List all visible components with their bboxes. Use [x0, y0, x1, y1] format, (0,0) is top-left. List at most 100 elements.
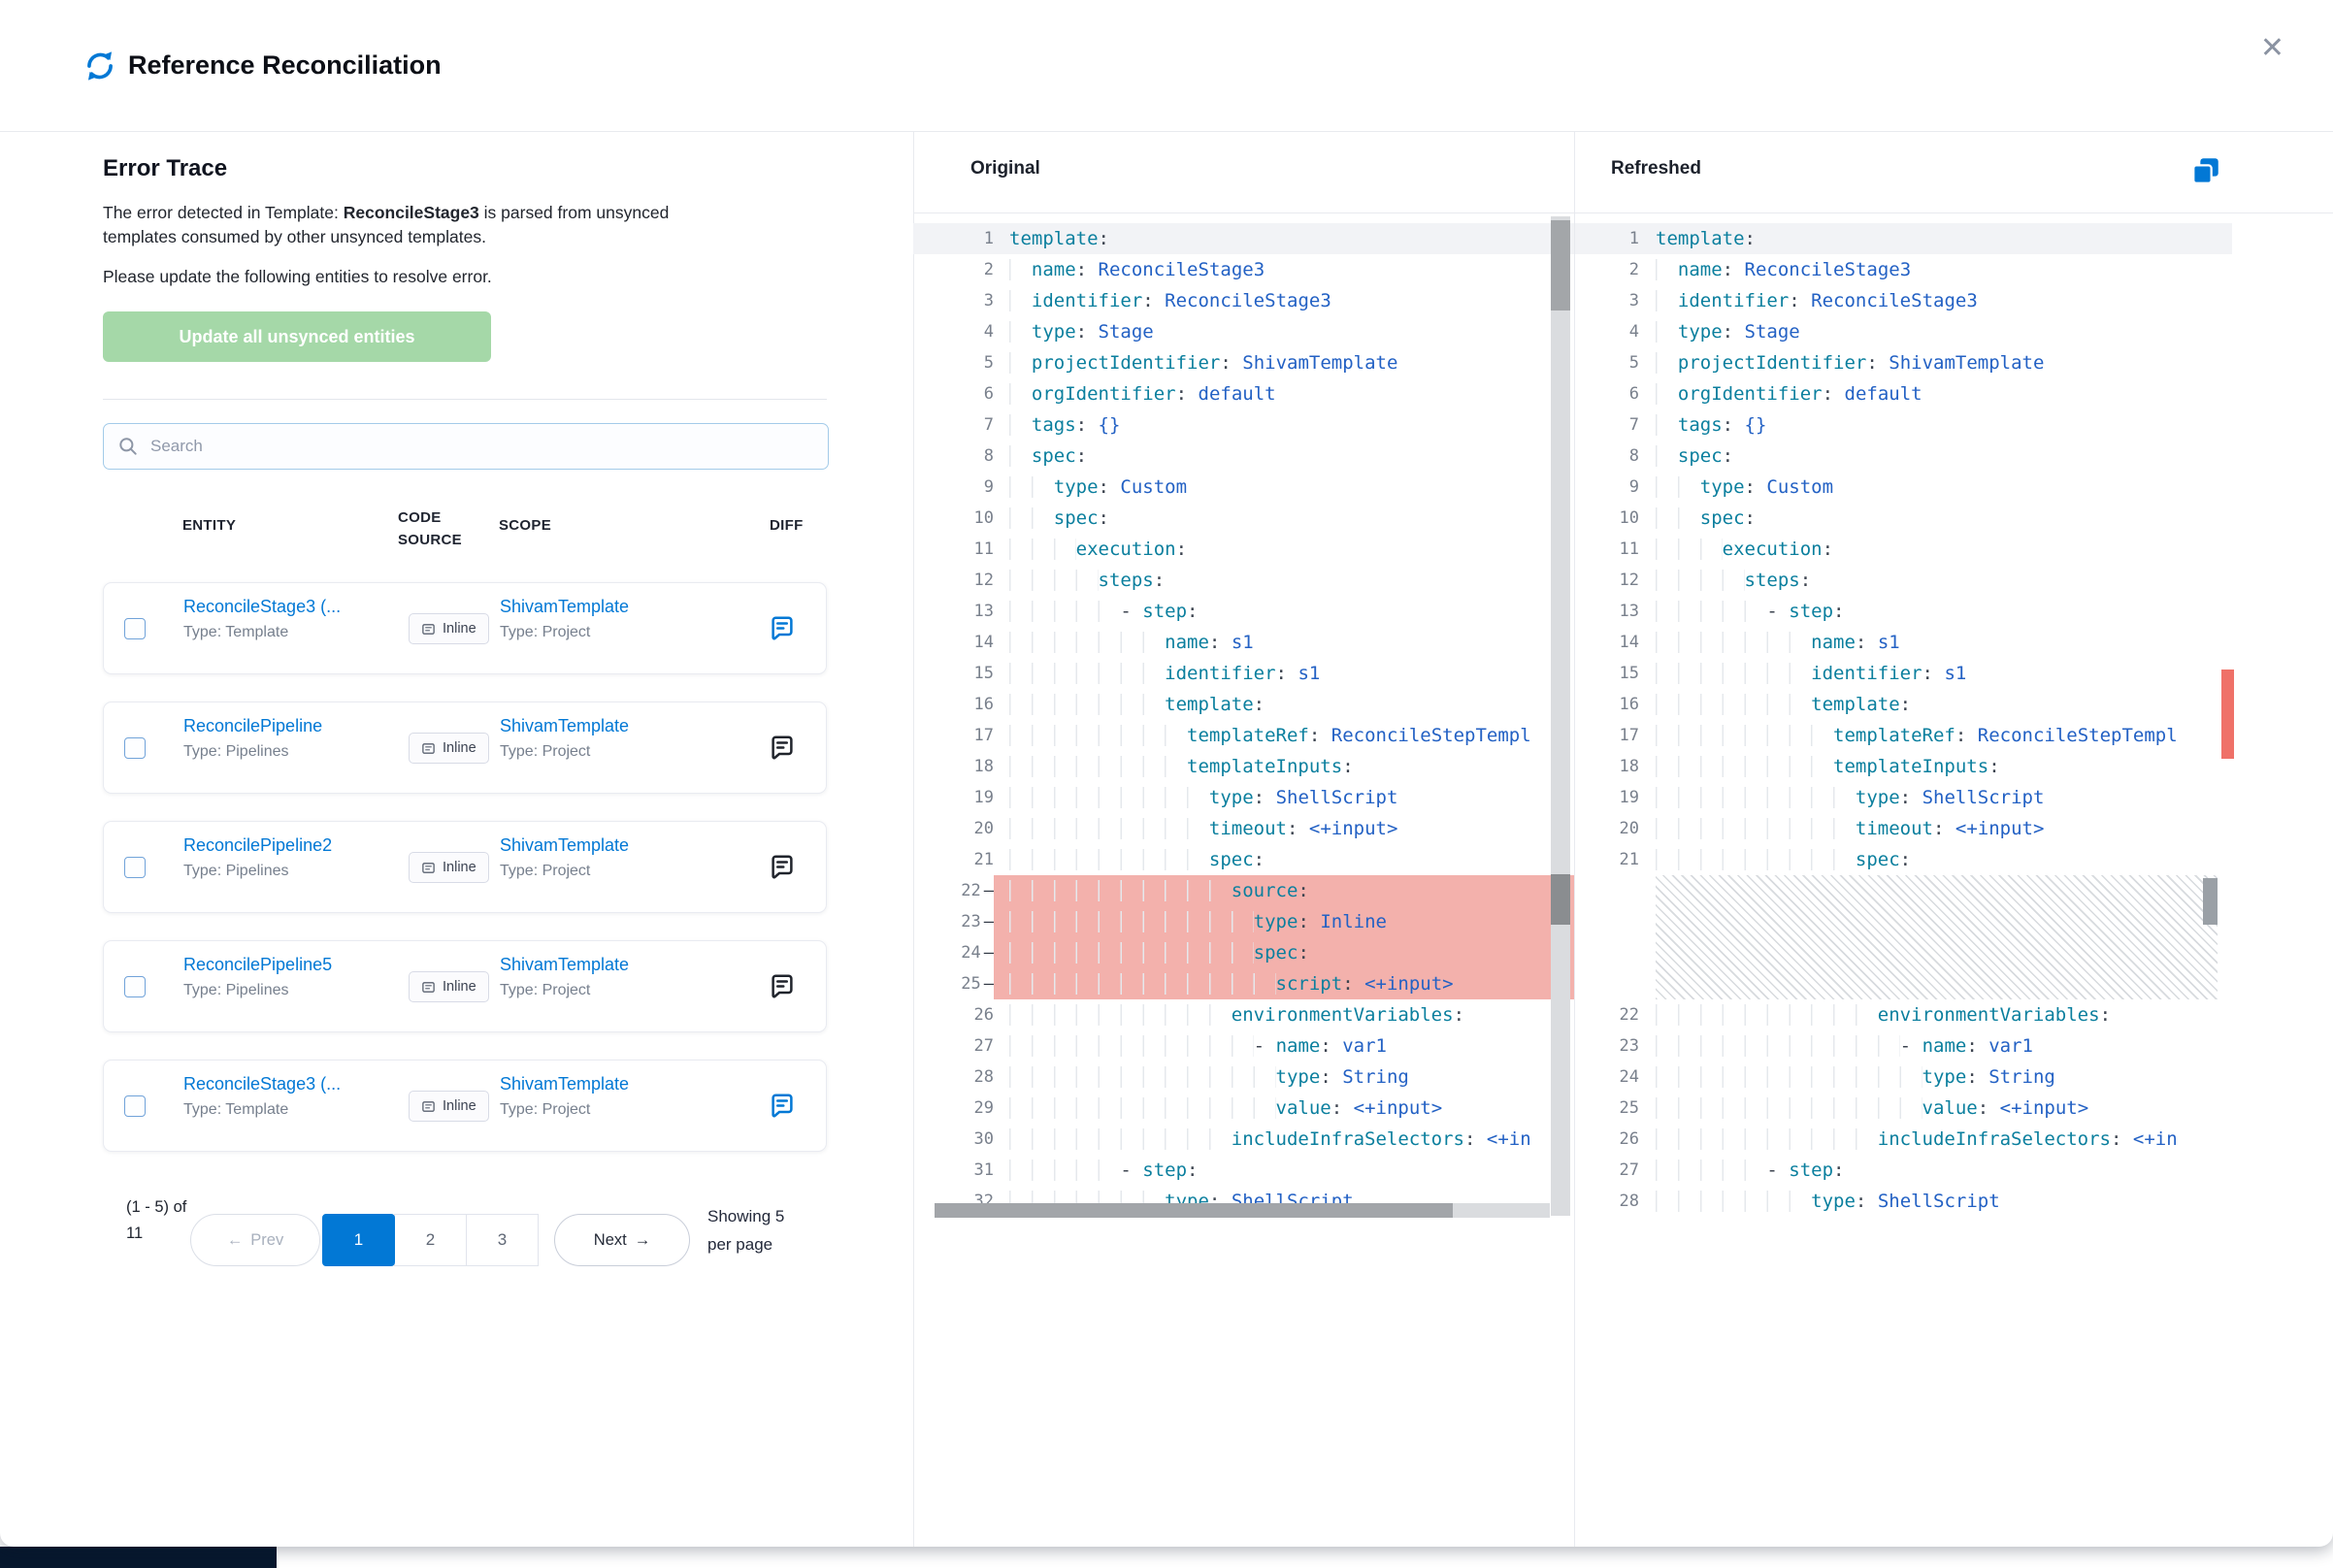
- column-header-entity: ENTITY: [182, 517, 236, 534]
- page-button-1[interactable]: 1: [322, 1214, 395, 1266]
- code-line: 17 templateRef: ReconcileStepTempl: [1575, 720, 2232, 751]
- code-line: 16 template:: [913, 689, 1574, 720]
- entity-link[interactable]: ReconcilePipeline2: [183, 835, 332, 856]
- refreshed-code-pane: 1template:2 name: ReconcileStage33 ident…: [1575, 212, 2232, 1547]
- page-button-3[interactable]: 3: [466, 1214, 539, 1266]
- update-all-unsynced-entities-button[interactable]: Update all unsynced entities: [103, 311, 491, 362]
- original-scrollbar-thumb[interactable]: [1551, 220, 1570, 310]
- code-line: 20 timeout: <+input>: [913, 813, 1574, 844]
- code-line: 26 includeInfraSelectors: <+in: [1575, 1124, 2232, 1155]
- diff-icon[interactable]: [768, 734, 797, 763]
- code-line: 31 - step:: [913, 1155, 1574, 1186]
- error-template-name: ReconcileStage3: [344, 203, 479, 222]
- code-line: 24 type: String: [1575, 1062, 2232, 1093]
- row-checkbox[interactable]: [124, 737, 146, 759]
- code-line: 2 name: ReconcileStage3: [913, 254, 1574, 285]
- code-line: 25 value: <+input>: [1575, 1093, 2232, 1124]
- row-checkbox[interactable]: [124, 1095, 146, 1117]
- scope-link[interactable]: ShivamTemplate: [500, 955, 629, 975]
- scope-link[interactable]: ShivamTemplate: [500, 1074, 629, 1094]
- diff-icon[interactable]: [768, 972, 797, 1001]
- page-button-2[interactable]: 2: [394, 1214, 467, 1266]
- entity-link[interactable]: ReconcileStage3 (...: [183, 1074, 341, 1094]
- code-line: 4 type: Stage: [1575, 316, 2232, 347]
- code-line: 7 tags: {}: [913, 409, 1574, 441]
- scope-cell: ShivamTemplate Type: Project: [500, 716, 629, 761]
- search-box[interactable]: [103, 423, 829, 470]
- inline-badge-icon: [421, 741, 436, 756]
- code-line: 1template:: [913, 223, 1574, 254]
- entity-link[interactable]: ReconcilePipeline: [183, 716, 322, 736]
- error-description-prefix: The error detected in Template:: [103, 203, 344, 222]
- scope-type-label: Type: Project: [500, 624, 629, 641]
- pagination-range-text: (1 - 5) of 11: [126, 1194, 188, 1247]
- scope-link[interactable]: ShivamTemplate: [500, 716, 629, 736]
- code-line: 3 identifier: ReconcileStage3: [913, 285, 1574, 316]
- original-code-pane: 1template:2 name: ReconcileStage33 ident…: [913, 212, 1574, 1547]
- scope-cell: ShivamTemplate Type: Project: [500, 597, 629, 641]
- code-line: 4 type: Stage: [913, 316, 1574, 347]
- code-line: 7 tags: {}: [1575, 409, 2232, 441]
- column-header-code-source: CODE SOURCE: [398, 506, 466, 551]
- scope-link[interactable]: ShivamTemplate: [500, 835, 629, 856]
- prev-page-button[interactable]: ← Prev: [190, 1214, 320, 1266]
- code-source-badge: Inline: [409, 613, 489, 644]
- scope-link[interactable]: ShivamTemplate: [500, 597, 629, 617]
- code-line: 21 spec:: [1575, 844, 2232, 875]
- code-source-label: Inline: [443, 740, 476, 756]
- code-line: 5 projectIdentifier: ShivamTemplate: [1575, 347, 2232, 378]
- row-checkbox[interactable]: [124, 618, 146, 639]
- row-checkbox[interactable]: [124, 857, 146, 878]
- inline-badge-icon: [421, 1099, 436, 1114]
- code-line: 19 type: ShellScript: [913, 782, 1574, 813]
- original-horizontal-scrollbar[interactable]: [935, 1203, 1550, 1218]
- reference-reconciliation-dialog: Reference Reconciliation ✕ Error Trace T…: [0, 0, 2333, 1547]
- table-row: ReconcilePipeline Type: Pipelines Inline…: [103, 702, 827, 794]
- entity-type-label: Type: Pipelines: [183, 743, 322, 761]
- code-line: 28 type: ShellScript: [1575, 1186, 2232, 1217]
- copy-icon[interactable]: [2189, 154, 2222, 187]
- diff-icon[interactable]: [768, 1092, 797, 1121]
- entity-cell: ReconcilePipeline Type: Pipelines: [183, 716, 322, 761]
- prev-label: Prev: [250, 1231, 283, 1250]
- next-page-button[interactable]: Next→: [554, 1214, 690, 1266]
- entity-cell: ReconcilePipeline2 Type: Pipelines: [183, 835, 332, 880]
- search-input[interactable]: [148, 436, 814, 457]
- diff-icon[interactable]: [768, 853, 797, 882]
- code-source-label: Inline: [443, 1098, 476, 1114]
- refreshed-pane-title: Refreshed: [1611, 158, 1701, 180]
- entity-type-label: Type: Template: [183, 1101, 341, 1119]
- code-line: 23– type: Inline: [913, 906, 1574, 937]
- entity-type-label: Type: Template: [183, 624, 341, 641]
- code-line: 8 spec:: [1575, 441, 2232, 472]
- scope-type-label: Type: Project: [500, 1101, 629, 1119]
- original-horizontal-thumb[interactable]: [935, 1203, 1453, 1218]
- scope-type-label: Type: Project: [500, 743, 629, 761]
- pagination-page-size-text: Showing 5 per page: [707, 1202, 805, 1258]
- code-line: 19 type: ShellScript: [1575, 782, 2232, 813]
- code-line: 23 - name: var1: [1575, 1030, 2232, 1062]
- entity-type-label: Type: Pipelines: [183, 982, 332, 999]
- original-pane-title: Original: [970, 158, 1040, 180]
- scope-type-label: Type: Project: [500, 863, 629, 880]
- scope-cell: ShivamTemplate Type: Project: [500, 955, 629, 999]
- removed-lines-placeholder: [1656, 875, 2218, 999]
- code-source-badge: Inline: [409, 852, 489, 883]
- close-button[interactable]: ✕: [2254, 33, 2290, 64]
- code-source-badge: Inline: [409, 733, 489, 764]
- entity-link[interactable]: ReconcilePipeline5: [183, 955, 332, 975]
- row-checkbox[interactable]: [124, 976, 146, 997]
- table-row: ReconcileStage3 (... Type: Template Inli…: [103, 1060, 827, 1152]
- original-overview-marker: [1551, 874, 1570, 925]
- entity-cell: ReconcileStage3 (... Type: Template: [183, 1074, 341, 1119]
- error-description: The error detected in Template: Reconcil…: [103, 201, 732, 249]
- entity-link[interactable]: ReconcileStage3 (...: [183, 597, 341, 617]
- diff-icon[interactable]: [768, 614, 797, 643]
- original-vertical-scrollbar[interactable]: [1551, 216, 1570, 1216]
- code-line: 28 type: String: [913, 1062, 1574, 1093]
- prev-arrow-icon: ←: [227, 1231, 244, 1250]
- code-line: 22 environmentVariables:: [1575, 999, 2232, 1030]
- sync-icon: [82, 48, 118, 84]
- code-line: 21 spec:: [913, 844, 1574, 875]
- code-line: 9 type: Custom: [913, 472, 1574, 503]
